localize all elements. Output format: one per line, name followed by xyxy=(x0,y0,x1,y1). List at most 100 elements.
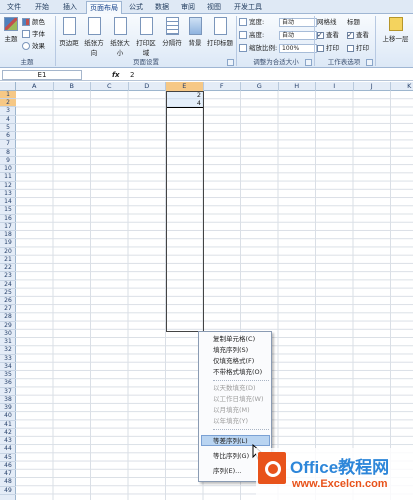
orientation-button[interactable]: 纸张方向 xyxy=(82,17,106,57)
row-header[interactable]: 19 xyxy=(0,239,16,248)
row-header[interactable]: 48 xyxy=(0,478,16,487)
tab-home[interactable]: 开始 xyxy=(30,1,54,14)
column-header[interactable]: B xyxy=(54,82,91,91)
row-header[interactable]: 49 xyxy=(0,487,16,495)
tab-review[interactable]: 审阅 xyxy=(178,1,198,14)
row-header[interactable]: 27 xyxy=(0,305,16,314)
row-header[interactable]: 31 xyxy=(0,338,16,347)
cell-e2[interactable]: 4 xyxy=(166,99,203,107)
row-header[interactable]: 1 xyxy=(0,91,16,100)
row-header[interactable]: 26 xyxy=(0,297,16,306)
bring-forward-button[interactable]: 上移一层 xyxy=(378,17,413,43)
menu-item-copy-cells[interactable]: 复制单元格(C) xyxy=(213,334,271,345)
tab-insert[interactable]: 插入 xyxy=(58,1,82,14)
row-header[interactable]: 16 xyxy=(0,215,16,223)
cell-e1[interactable]: 2 xyxy=(166,91,203,99)
tab-file[interactable]: 文件 xyxy=(2,1,26,14)
scale-launcher-icon[interactable] xyxy=(305,59,312,66)
scale-stepper[interactable]: 100% xyxy=(279,43,317,53)
headings-view-checkbox[interactable]: 查看 xyxy=(347,30,369,41)
row-header[interactable]: 33 xyxy=(0,355,16,363)
row-header[interactable]: 8 xyxy=(0,149,16,157)
row-header[interactable]: 40 xyxy=(0,412,16,421)
row-header[interactable]: 9 xyxy=(0,157,16,166)
print-titles-button[interactable]: 打印标题 xyxy=(206,17,234,47)
row-header[interactable]: 7 xyxy=(0,140,16,149)
tab-data[interactable]: 数据 xyxy=(152,1,172,14)
size-button[interactable]: 纸张大小 xyxy=(108,17,132,57)
tab-page-layout[interactable]: 页面布局 xyxy=(86,1,122,15)
gridlines-view-checkbox[interactable]: 查看 xyxy=(317,30,339,41)
row-header[interactable]: 38 xyxy=(0,396,16,405)
row-header[interactable]: 11 xyxy=(0,173,16,182)
menu-item-fill-formatting-only[interactable]: 仅填充格式(F) xyxy=(213,356,271,367)
column-header[interactable]: C xyxy=(91,82,129,91)
gridlines-print-checkbox[interactable]: 打印 xyxy=(317,43,339,54)
width-select[interactable]: 自动 xyxy=(279,17,317,27)
column-header[interactable]: D xyxy=(129,82,166,91)
headings-print-checkbox[interactable]: 打印 xyxy=(347,43,369,54)
row-header[interactable]: 15 xyxy=(0,206,16,215)
row-header[interactable]: 30 xyxy=(0,330,16,339)
row-header[interactable]: 45 xyxy=(0,454,16,462)
row-header[interactable]: 4 xyxy=(0,116,16,124)
menu-item-fill-series[interactable]: 填充序列(S) xyxy=(213,345,271,356)
column-header[interactable]: E xyxy=(166,82,204,91)
print-area-button[interactable]: 打印区域 xyxy=(134,17,158,57)
column-header[interactable]: A xyxy=(16,82,54,91)
insert-function-icon[interactable]: fx xyxy=(112,69,120,81)
row-header[interactable]: 36 xyxy=(0,379,16,388)
row-header[interactable]: 41 xyxy=(0,421,16,429)
row-header[interactable]: 17 xyxy=(0,223,16,232)
row-header[interactable]: 13 xyxy=(0,190,16,199)
margins-button[interactable]: 页边距 xyxy=(58,17,80,47)
row-header[interactable]: 34 xyxy=(0,363,16,372)
row-header[interactable]: 5 xyxy=(0,124,16,133)
row-header[interactable]: 25 xyxy=(0,289,16,297)
row-header[interactable]: 28 xyxy=(0,313,16,322)
menu-item-fill-without-formatting[interactable]: 不带格式填充(O) xyxy=(213,367,271,378)
row-header[interactable]: 23 xyxy=(0,272,16,281)
row-header[interactable]: 39 xyxy=(0,404,16,413)
row-header[interactable]: 20 xyxy=(0,248,16,256)
column-header[interactable]: F xyxy=(204,82,241,91)
theme-effects-button[interactable]: 效果 xyxy=(22,41,45,52)
name-box[interactable]: E1 xyxy=(2,70,82,80)
row-header[interactable]: 47 xyxy=(0,470,16,479)
row-header[interactable]: 44 xyxy=(0,445,16,454)
row-header[interactable]: 37 xyxy=(0,388,16,396)
column-header[interactable]: J xyxy=(354,82,391,91)
row-header[interactable]: 21 xyxy=(0,256,16,265)
breaks-button[interactable]: 分隔符 xyxy=(160,17,184,47)
column-header[interactable]: K xyxy=(391,82,413,91)
sheet-options-launcher-icon[interactable] xyxy=(366,59,373,66)
row-header[interactable]: 3 xyxy=(0,107,16,116)
row-header[interactable]: 6 xyxy=(0,132,16,141)
row-header[interactable]: 10 xyxy=(0,165,16,174)
row-header[interactable]: 12 xyxy=(0,182,16,190)
row-header[interactable]: 32 xyxy=(0,346,16,355)
themes-button[interactable]: 主题 xyxy=(3,17,19,43)
row-header[interactable]: 18 xyxy=(0,231,16,240)
select-all-corner[interactable] xyxy=(0,82,16,91)
formula-input[interactable]: 2 xyxy=(130,69,134,81)
row-header[interactable]: 14 xyxy=(0,198,16,207)
theme-colors-button[interactable]: 颜色 xyxy=(22,17,45,28)
column-header[interactable]: H xyxy=(279,82,316,91)
row-header[interactable]: 2 xyxy=(0,99,16,108)
row-header[interactable]: 35 xyxy=(0,371,16,380)
tab-developer[interactable]: 开发工具 xyxy=(232,1,264,14)
page-setup-launcher-icon[interactable] xyxy=(227,59,234,66)
row-header[interactable]: 43 xyxy=(0,437,16,446)
height-select[interactable]: 自动 xyxy=(279,30,317,40)
theme-fonts-button[interactable]: 字体 xyxy=(22,29,45,40)
tab-view[interactable]: 视图 xyxy=(204,1,224,14)
row-header[interactable]: 22 xyxy=(0,264,16,273)
row-header[interactable]: 29 xyxy=(0,322,16,330)
background-button[interactable]: 背景 xyxy=(186,17,204,47)
row-header[interactable]: 24 xyxy=(0,281,16,289)
tab-formulas[interactable]: 公式 xyxy=(126,1,146,14)
column-header[interactable]: I xyxy=(316,82,354,91)
row-header[interactable]: 46 xyxy=(0,462,16,471)
column-header[interactable]: G xyxy=(241,82,279,91)
